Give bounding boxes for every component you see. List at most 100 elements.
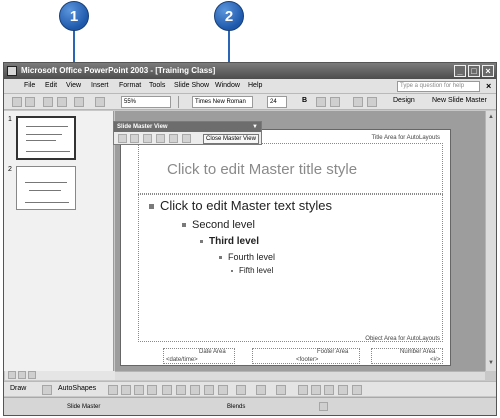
diagram-icon[interactable] [190, 385, 200, 395]
menu-slide-show[interactable]: Slide Show [174, 82, 209, 89]
arrow-icon[interactable] [121, 385, 131, 395]
new-icon[interactable] [12, 97, 22, 107]
cut-icon[interactable] [43, 97, 53, 107]
restore-button[interactable]: □ [468, 65, 480, 77]
toolbar-options-icon[interactable]: ▼ [252, 122, 258, 132]
menu-file[interactable]: File [24, 82, 35, 89]
autoshapes-menu[interactable]: AutoShapes [58, 385, 96, 392]
slide-master-thumbnail[interactable] [16, 116, 76, 160]
slide-show-icon[interactable] [28, 371, 36, 379]
numbering-icon[interactable] [367, 97, 377, 107]
formatting-toolbar: 55% Times New Roman 24 B Design New Slid… [4, 94, 496, 110]
scroll-down-icon[interactable]: ▼ [487, 359, 495, 367]
undo-icon[interactable] [74, 97, 84, 107]
insert-title-master-icon[interactable] [130, 134, 139, 143]
clip-art-icon[interactable] [204, 385, 214, 395]
insert-slide-master-icon[interactable] [118, 134, 127, 143]
callout-1: 1 [59, 1, 89, 31]
slide-thumbnails-pane: 1 2 [4, 111, 114, 371]
rename-master-icon[interactable] [169, 134, 178, 143]
drawing-toolbar: Draw AutoShapes [4, 381, 496, 396]
open-icon[interactable] [25, 97, 35, 107]
view-buttons [5, 371, 115, 380]
design-button[interactable]: Design [393, 97, 415, 104]
font-select[interactable]: Times New Roman [192, 96, 253, 108]
date-field: <date/time> [166, 357, 198, 363]
close-master-view-button[interactable]: Close Master View [203, 134, 259, 144]
level-1-text: Click to edit Master text styles [149, 198, 332, 213]
master-toolbar-title[interactable]: Slide Master View [114, 122, 261, 132]
textbox-icon[interactable] [162, 385, 172, 395]
window-title: Microsoft Office PowerPoint 2003 - [Trai… [21, 66, 216, 75]
number-field: <#> [430, 357, 441, 363]
line-color-icon[interactable] [256, 385, 266, 395]
close-button[interactable]: × [482, 65, 494, 77]
fill-color-icon[interactable] [236, 385, 246, 395]
redo-icon[interactable] [95, 97, 105, 107]
menu-edit[interactable]: Edit [45, 82, 57, 89]
font-color-icon[interactable] [276, 385, 286, 395]
preserve-master-icon[interactable] [156, 134, 165, 143]
level-5-text: Fifth level [231, 266, 273, 275]
font-size-select[interactable]: 24 [267, 96, 287, 108]
number-area-label: Number Area [400, 349, 436, 355]
3d-style-icon[interactable] [352, 385, 362, 395]
master-title-text: Click to edit Master title style [167, 161, 358, 178]
menu-window[interactable]: Window [215, 82, 240, 89]
thumb-number-2: 2 [8, 166, 12, 173]
oval-icon[interactable] [147, 385, 157, 395]
menu-tools[interactable]: Tools [149, 82, 165, 89]
new-slide-master-button[interactable]: New Slide Master [432, 97, 487, 104]
copy-icon[interactable] [57, 97, 67, 107]
footer-field: <footer> [296, 357, 319, 363]
object-area-placeholder[interactable] [138, 194, 443, 342]
menu-bar: File Edit View Insert Format Tools Slide… [4, 79, 496, 94]
date-area-label: Date Area [199, 349, 226, 355]
normal-view-icon[interactable] [8, 371, 16, 379]
master-layout-icon[interactable] [182, 134, 191, 143]
line-icon[interactable] [108, 385, 118, 395]
line-style-icon[interactable] [298, 385, 308, 395]
scroll-up-icon[interactable]: ▲ [487, 113, 495, 121]
thumb-number-1: 1 [8, 116, 12, 123]
slide-sorter-icon[interactable] [18, 371, 26, 379]
shadow-style-icon[interactable] [338, 385, 348, 395]
spelling-status-icon [319, 402, 328, 411]
rectangle-icon[interactable] [134, 385, 144, 395]
menu-insert[interactable]: Insert [91, 82, 109, 89]
title-area-label: Title Area for AutoLayouts [371, 135, 440, 141]
powerpoint-app-icon[interactable] [7, 66, 17, 76]
draw-menu[interactable]: Draw [10, 385, 26, 392]
menu-help[interactable]: Help [248, 82, 262, 89]
menu-view[interactable]: View [66, 82, 81, 89]
slide-master-view-toolbar: Slide Master View ▼ Close Master View [113, 121, 262, 145]
document-close-icon[interactable]: × [486, 81, 491, 91]
dash-style-icon[interactable] [311, 385, 321, 395]
footer-area-label: Footer Area [317, 349, 349, 355]
delete-master-icon[interactable] [143, 134, 152, 143]
minimize-button[interactable]: _ [454, 65, 466, 77]
arrow-style-icon[interactable] [324, 385, 334, 395]
status-design: Blends [227, 404, 246, 410]
align-center-icon[interactable] [330, 97, 340, 107]
vertical-scrollbar[interactable]: ▲ ▼ [485, 111, 496, 371]
level-4-text: Fourth level [219, 252, 275, 262]
title-bar: Microsoft Office PowerPoint 2003 - [Trai… [4, 63, 496, 79]
picture-icon[interactable] [218, 385, 228, 395]
level-2-text: Second level [182, 219, 255, 231]
object-area-label: Object Area for AutoLayouts [365, 336, 440, 342]
help-search-input[interactable]: Type a question for help [397, 81, 480, 92]
bold-button[interactable]: B [302, 97, 307, 104]
slide-master: Title Area for AutoLayouts Click to edit… [120, 129, 451, 366]
title-master-thumbnail[interactable] [16, 166, 76, 210]
wordart-icon[interactable] [176, 385, 186, 395]
align-left-icon[interactable] [316, 97, 326, 107]
menu-format[interactable]: Format [119, 82, 141, 89]
horizontal-scrollbar[interactable] [115, 371, 485, 380]
status-bar: Slide Master Blends [4, 397, 496, 415]
zoom-select[interactable]: 55% [121, 96, 171, 108]
callout-2: 2 [214, 1, 244, 31]
select-objects-icon[interactable] [42, 385, 52, 395]
bullets-icon[interactable] [353, 97, 363, 107]
status-view: Slide Master [67, 404, 101, 410]
